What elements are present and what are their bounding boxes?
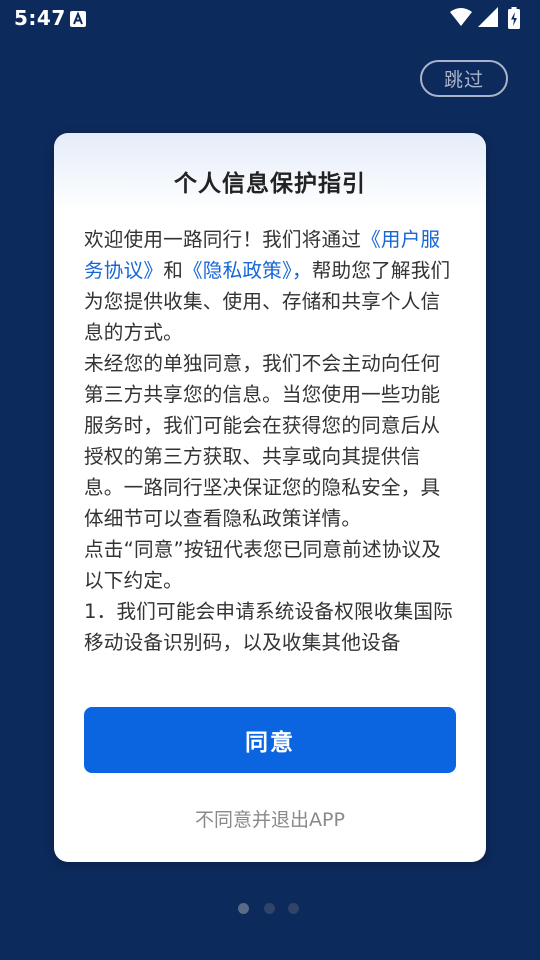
page-indicator bbox=[238, 903, 302, 915]
dialog-title: 个人信息保护指引 bbox=[174, 171, 366, 197]
agree-button[interactable]: 同意 bbox=[84, 707, 456, 773]
skip-button[interactable]: 跳过 bbox=[420, 60, 508, 97]
status-icons bbox=[450, 7, 530, 29]
intro-text: 欢迎使用一路同行！我们将通过 bbox=[84, 228, 362, 251]
privacy-policy-link[interactable]: 《隐私政策》， bbox=[183, 259, 312, 282]
dialog-body[interactable]: 欢迎使用一路同行！我们将通过《用户服务协议》和《隐私政策》，帮助您了解我们为您提… bbox=[84, 224, 460, 690]
page-dot-1 bbox=[238, 903, 249, 914]
wifi-icon bbox=[450, 8, 472, 26]
status-time: 5:47 bbox=[14, 6, 66, 30]
privacy-dialog: 个人信息保护指引 欢迎使用一路同行！我们将通过《用户服务协议》和《隐私政策》，帮… bbox=[54, 133, 486, 862]
status-bar: 5:47 bbox=[0, 0, 540, 36]
consent-paragraph: 点击“同意”按钮代表您已同意前述协议及以下约定。 bbox=[84, 538, 442, 592]
battery-charging-icon bbox=[508, 7, 520, 29]
intro-paragraph: 欢迎使用一路同行！我们将通过《用户服务协议》和《隐私政策》，帮助您了解我们为您提… bbox=[84, 224, 460, 348]
sharing-paragraph: 未经您的单独同意，我们不会主动向任何第三方共享您的信息。当您使用一些功能服务时，… bbox=[84, 352, 441, 530]
terms-item-1: 1．我们可能会申请系统设备权限收集国际移动设备识别码，以及收集其他设备 bbox=[84, 600, 453, 654]
text-a-icon bbox=[70, 11, 86, 27]
page-dot-3 bbox=[288, 903, 299, 914]
signal-icon bbox=[478, 7, 498, 27]
and-text: 和 bbox=[163, 259, 183, 282]
page-dot-2 bbox=[264, 903, 275, 914]
disagree-exit-link[interactable]: 不同意并退出APP bbox=[54, 805, 486, 832]
